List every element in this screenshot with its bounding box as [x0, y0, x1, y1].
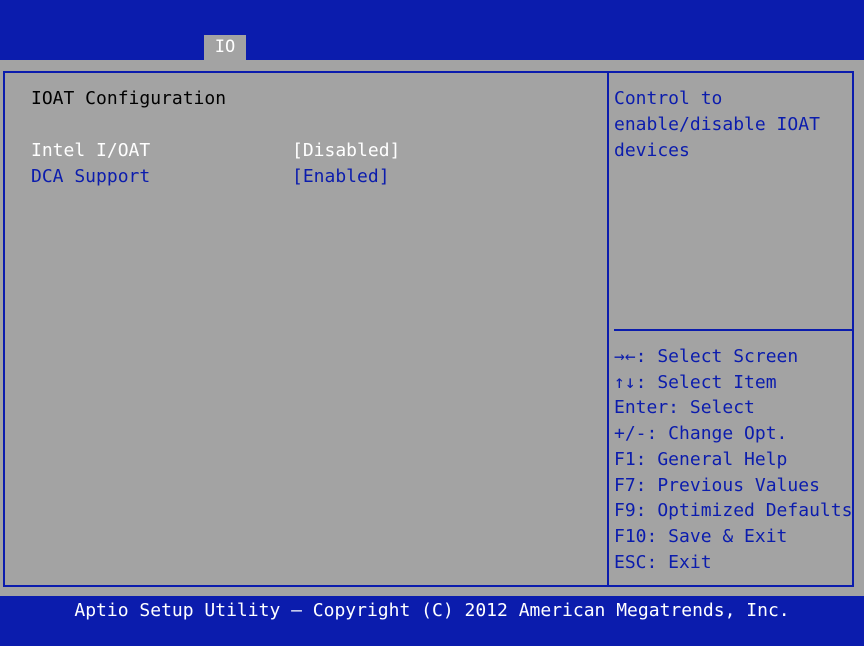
key-enter-select: Enter: Select: [614, 397, 755, 419]
setting-dca-support-value[interactable]: [Enabled]: [292, 164, 390, 190]
key-save-exit: F10: Save & Exit: [614, 525, 788, 547]
footer-copyright: Aptio Setup Utility – Copyright (C) 2012…: [74, 600, 790, 621]
key-esc-exit: ESC: Exit: [614, 551, 712, 573]
key-legend: →←: Select Screen ↑↓: Select Item Enter:…: [614, 344, 854, 575]
key-change-opt: +/-: Change Opt.: [614, 423, 788, 445]
key-general-help: F1: General Help: [614, 448, 788, 470]
key-previous-values: F7: Previous Values: [614, 474, 820, 496]
setting-intel-ioat-label[interactable]: Intel I/OAT: [31, 138, 150, 164]
key-select-item: ↑↓: Select Item: [614, 371, 777, 393]
section-title: IOAT Configuration: [31, 88, 227, 109]
panel-divider: [607, 71, 609, 587]
setting-intel-ioat-value[interactable]: [Disabled]: [292, 138, 400, 164]
help-divider: [614, 329, 852, 331]
setting-dca-support-label[interactable]: DCA Support: [31, 164, 150, 190]
help-text: Control to enable/disable IOAT devices: [614, 88, 820, 161]
top-bar: [0, 0, 864, 60]
key-select-screen: →←: Select Screen: [614, 346, 799, 367]
tab-io[interactable]: IO: [204, 35, 246, 60]
key-optimized-defaults: F9: Optimized Defaults: [614, 500, 853, 522]
